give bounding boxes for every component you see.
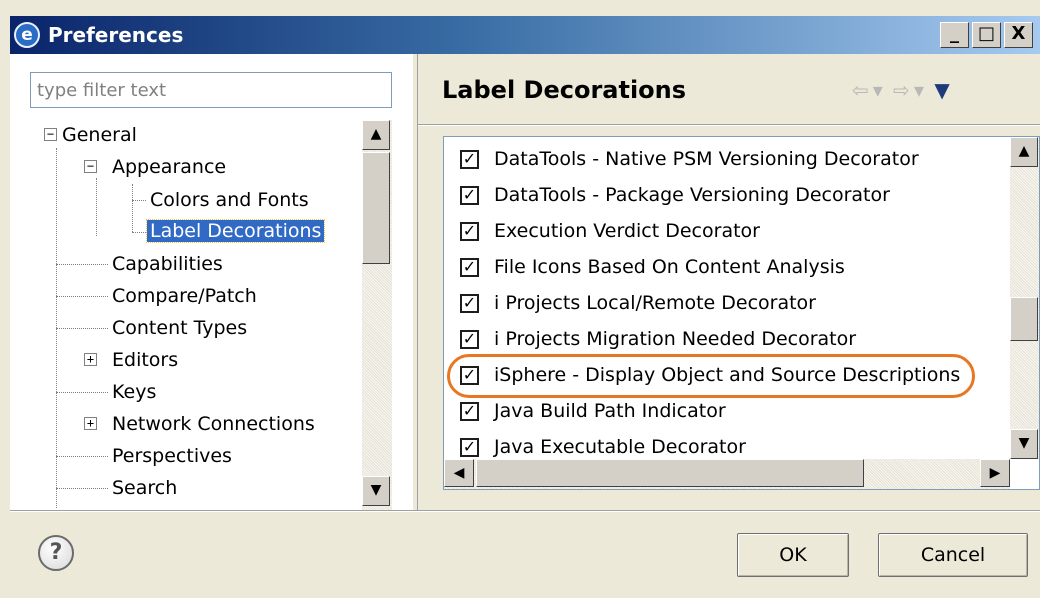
close-button[interactable]: X [1004,22,1033,48]
cancel-button[interactable]: Cancel [878,533,1028,577]
checkbox[interactable]: ✓ [460,150,479,169]
list-item-isphere[interactable]: ✓ iSphere - Display Object and Source De… [444,357,1004,393]
scroll-right-arrow-icon[interactable]: ▶ [980,459,1010,487]
list-item[interactable]: ✓ DataTools - Native PSM Versioning Deco… [444,141,1004,177]
list-item[interactable]: ✓ Execution Verdict Decorator [444,213,1004,249]
checkbox[interactable]: ✓ [460,438,479,457]
tree-connector [56,296,108,297]
checkbox[interactable]: ✓ [460,294,479,313]
tree-connector [56,488,108,489]
tree-item-colors-and-fonts[interactable]: Colors and Fonts [150,185,309,215]
back-menu-icon[interactable]: ▾ [873,78,883,102]
list-item[interactable]: ✓ i Projects Migration Needed Decorator [444,321,1004,357]
footer-divider [10,510,1040,512]
checkbox[interactable]: ✓ [460,402,479,421]
tree-item-editors[interactable]: Editors [112,345,178,375]
checkbox[interactable]: ✓ [460,258,479,277]
checkbox[interactable]: ✓ [460,186,479,205]
tree-connector [56,328,108,329]
tree-item-search[interactable]: Search [112,473,177,503]
tree-connector [96,178,97,236]
tree-vertical-scrollbar[interactable]: ▲ ▼ [362,120,392,510]
scroll-left-arrow-icon[interactable]: ◀ [444,459,474,487]
scroll-down-arrow-icon[interactable]: ▼ [362,476,390,506]
collapse-icon[interactable]: − [44,128,57,141]
scrollbar-thumb[interactable] [1010,297,1038,341]
tree-connector [132,200,146,201]
list-vertical-scrollbar[interactable]: ▲ ▼ [1010,137,1039,459]
filter-input[interactable] [30,72,392,108]
scroll-down-arrow-icon[interactable]: ▼ [1010,429,1038,459]
page-navigation: ⇦ ▾ ⇨ ▾ ▼ [852,78,954,102]
scroll-up-arrow-icon[interactable]: ▲ [362,120,390,150]
tree-connector [132,232,146,233]
window-title: Preferences [48,23,184,47]
tree-item-keys[interactable]: Keys [112,377,156,407]
back-arrow-icon[interactable]: ⇦ [852,78,869,102]
ok-button[interactable]: OK [737,533,849,577]
tree-item-general[interactable]: General [62,120,137,150]
view-menu-icon[interactable]: ▼ [934,78,949,102]
eclipse-app-icon: e [14,22,40,48]
expand-icon[interactable]: + [84,353,97,366]
tree-item-perspectives[interactable]: Perspectives [112,441,232,471]
tree-item-appearance[interactable]: Appearance [112,152,226,182]
forward-menu-icon[interactable]: ▾ [914,78,924,102]
list-item[interactable]: ✓ File Icons Based On Content Analysis [444,249,1004,285]
title-bar[interactable]: e Preferences _ □ X [10,16,1040,54]
expand-icon[interactable]: + [84,417,97,430]
tree-item-compare-patch[interactable]: Compare/Patch [112,281,257,311]
decorators-list[interactable]: ✓ DataTools - Native PSM Versioning Deco… [443,136,1040,490]
list-item[interactable]: ✓ DataTools - Package Versioning Decorat… [444,177,1004,213]
minimize-button[interactable]: _ [940,22,969,48]
scrollbar-thumb[interactable] [476,459,864,487]
help-icon[interactable]: ? [38,535,74,571]
tree-item-label-decorations[interactable]: Label Decorations [145,216,326,246]
forward-arrow-icon[interactable]: ⇨ [893,78,910,102]
checkbox[interactable]: ✓ [460,330,479,349]
tree-item-capabilities[interactable]: Capabilities [112,249,223,279]
list-item[interactable]: ✓ Java Build Path Indicator [444,393,1004,429]
tree-connector [56,264,108,265]
scroll-up-arrow-icon[interactable]: ▲ [1010,137,1038,167]
list-item[interactable]: ✓ i Projects Local/Remote Decorator [444,285,1004,321]
page-title: Label Decorations [442,76,687,104]
checkbox[interactable]: ✓ [460,366,479,385]
header-divider [418,124,1040,126]
tree-item-content-types[interactable]: Content Types [112,313,247,343]
collapse-icon[interactable]: − [84,160,97,173]
tree-connector [56,456,108,457]
tree-connector [132,184,133,232]
tree-item-network-connections[interactable]: Network Connections [112,409,315,439]
scrollbar-thumb[interactable] [362,152,390,264]
list-horizontal-scrollbar[interactable]: ◀ ▶ [444,459,1010,489]
maximize-button[interactable]: □ [972,22,1001,48]
tree-connector [56,392,108,393]
checkbox[interactable]: ✓ [460,222,479,241]
